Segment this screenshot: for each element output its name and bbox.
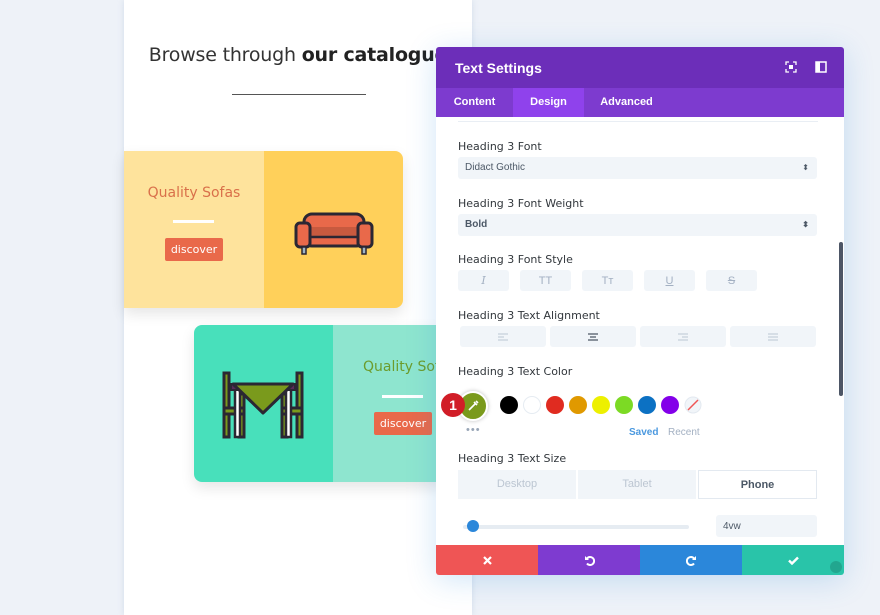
device-tabs: Desktop Tablet Phone bbox=[458, 470, 817, 499]
undo-button[interactable] bbox=[538, 545, 640, 575]
tab-content[interactable]: Content bbox=[436, 88, 513, 117]
step-badge: 1 bbox=[441, 393, 465, 417]
headline-light-text: Browse through bbox=[148, 44, 302, 66]
italic-icon: I bbox=[481, 274, 486, 287]
swatch-black[interactable] bbox=[500, 396, 518, 414]
text-size-slider-handle[interactable] bbox=[466, 520, 479, 532]
font-style-buttons: I TT Tт U S bbox=[458, 270, 757, 291]
swatch-red[interactable] bbox=[546, 396, 564, 414]
swatch-orange[interactable] bbox=[569, 396, 587, 414]
capitalize-button[interactable]: Tт bbox=[582, 270, 633, 291]
strikethrough-icon: S bbox=[727, 274, 736, 287]
alignment-label: Heading 3 Text Alignment bbox=[458, 309, 600, 322]
device-tab-desktop[interactable]: Desktop bbox=[458, 470, 576, 499]
font-label: Heading 3 Font bbox=[458, 140, 542, 153]
underline-icon: U bbox=[665, 274, 674, 287]
swatch-purple[interactable] bbox=[661, 396, 679, 414]
align-justify-button[interactable] bbox=[730, 326, 816, 347]
close-icon bbox=[482, 555, 492, 565]
dining-table-icon bbox=[222, 371, 304, 439]
modal-header[interactable]: Text Settings bbox=[436, 47, 844, 88]
redo-icon bbox=[685, 555, 696, 566]
previous-field-edge bbox=[458, 117, 818, 122]
text-size-label: Heading 3 Text Size bbox=[458, 452, 567, 465]
swatch-white[interactable] bbox=[523, 396, 541, 414]
text-size-slider[interactable] bbox=[463, 525, 689, 529]
undo-icon bbox=[584, 555, 595, 566]
card-divider bbox=[382, 395, 423, 398]
section-headline: Browse through our catalogue bbox=[124, 44, 472, 66]
strikethrough-button[interactable]: S bbox=[706, 270, 757, 291]
underline-button[interactable]: U bbox=[644, 270, 695, 291]
capitalize-icon: Tт bbox=[601, 274, 614, 287]
card-text-panel: Quality Sofas discover bbox=[333, 325, 444, 482]
alignment-buttons bbox=[460, 326, 816, 347]
check-icon bbox=[787, 556, 799, 565]
card-title: Quality Sofas bbox=[147, 185, 241, 201]
discover-button[interactable]: discover bbox=[165, 238, 223, 261]
text-size-input[interactable] bbox=[716, 515, 817, 537]
align-justify-icon bbox=[768, 333, 778, 340]
swatch-yellow[interactable] bbox=[592, 396, 610, 414]
tab-design[interactable]: Design bbox=[513, 88, 584, 117]
sofa-icon bbox=[294, 212, 374, 255]
sofa-card: Quality Sofas discover bbox=[124, 151, 403, 308]
align-center-button[interactable] bbox=[550, 326, 636, 347]
headline-bold-text: our catalogue bbox=[301, 44, 448, 66]
fullscreen-icon[interactable] bbox=[785, 61, 797, 73]
align-left-icon bbox=[498, 333, 508, 340]
uppercase-button[interactable]: TT bbox=[520, 270, 571, 291]
redo-button[interactable] bbox=[640, 545, 742, 575]
modal-body: Heading 3 Font Didact Gothic ⬍ Heading 3… bbox=[436, 117, 844, 545]
font-weight-label: Heading 3 Font Weight bbox=[458, 197, 584, 210]
card-text-panel: Quality Sofas discover bbox=[124, 151, 264, 308]
align-right-button[interactable] bbox=[640, 326, 726, 347]
saved-colors-tab[interactable]: Saved bbox=[629, 427, 658, 438]
select-arrows-icon: ⬍ bbox=[802, 163, 809, 172]
swatch-green[interactable] bbox=[615, 396, 633, 414]
modal-scrollbar[interactable] bbox=[839, 242, 843, 396]
save-button[interactable] bbox=[742, 545, 844, 575]
font-weight-select[interactable]: Bold ⬍ bbox=[458, 214, 817, 236]
device-tab-phone[interactable]: Phone bbox=[698, 470, 817, 499]
card-title: Quality Sofas bbox=[363, 359, 444, 375]
modal-tabs: Content Design Advanced bbox=[436, 88, 844, 117]
more-colors-button[interactable]: ••• bbox=[466, 424, 481, 436]
select-arrows-icon: ⬍ bbox=[802, 220, 809, 229]
device-tab-tablet[interactable]: Tablet bbox=[578, 470, 696, 499]
align-center-icon bbox=[588, 332, 598, 341]
tab-advanced[interactable]: Advanced bbox=[584, 88, 669, 117]
snap-sidebar-icon[interactable] bbox=[815, 61, 827, 73]
eyedropper-icon bbox=[468, 400, 479, 411]
modal-footer bbox=[436, 545, 844, 575]
text-settings-modal: Text Settings Content Design Advanced He… bbox=[436, 47, 844, 575]
font-weight-select-value: Bold bbox=[465, 219, 488, 230]
italic-button[interactable]: I bbox=[458, 270, 509, 291]
font-select[interactable]: Didact Gothic ⬍ bbox=[458, 157, 817, 179]
card-image-panel bbox=[194, 325, 333, 482]
align-left-button[interactable] bbox=[460, 326, 546, 347]
headline-divider bbox=[232, 94, 366, 95]
discard-button[interactable] bbox=[436, 545, 538, 575]
card-image-panel bbox=[264, 151, 403, 308]
discover-button[interactable]: discover bbox=[374, 412, 432, 435]
text-color-label: Heading 3 Text Color bbox=[458, 365, 573, 378]
uppercase-icon: TT bbox=[538, 274, 553, 287]
swatch-blue[interactable] bbox=[638, 396, 656, 414]
card-divider bbox=[173, 220, 214, 223]
color-swatches bbox=[500, 396, 702, 414]
font-style-label: Heading 3 Font Style bbox=[458, 253, 573, 266]
no-color-icon[interactable] bbox=[684, 396, 702, 414]
recent-colors-tab[interactable]: Recent bbox=[668, 427, 700, 438]
font-select-value: Didact Gothic bbox=[465, 162, 526, 173]
dining-card: Quality Sofas discover bbox=[194, 325, 444, 482]
resize-handle[interactable] bbox=[830, 561, 842, 573]
modal-title: Text Settings bbox=[455, 60, 542, 76]
align-right-icon bbox=[678, 333, 688, 340]
